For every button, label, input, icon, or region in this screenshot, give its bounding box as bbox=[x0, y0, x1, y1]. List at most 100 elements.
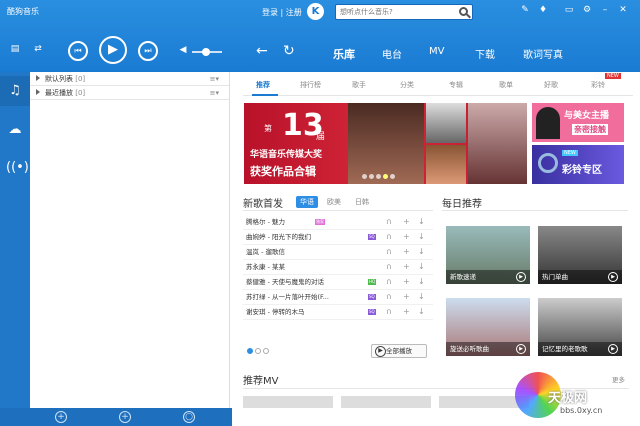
download-icon[interactable]: ↓ bbox=[418, 215, 425, 229]
add-icon[interactable]: + bbox=[403, 305, 410, 319]
download-icon[interactable]: ↓ bbox=[418, 230, 425, 244]
play-icon[interactable]: ▶ bbox=[516, 344, 526, 354]
song-row[interactable]: 蔡健雅 - 天使与魔鬼的对话 HQ ∩ + ↓ bbox=[243, 275, 433, 290]
search-box[interactable] bbox=[335, 4, 473, 20]
wrench-icon[interactable]: ✎ bbox=[518, 5, 532, 15]
more-link[interactable]: 更多 bbox=[612, 374, 625, 384]
headphone-icon[interactable]: ∩ bbox=[386, 215, 392, 229]
cloud-icon[interactable]: ☁ bbox=[6, 122, 24, 140]
song-row[interactable]: 腾格尔 - 魅力 独家 ∩ + ↓ bbox=[243, 215, 433, 230]
subtab-recommend[interactable]: 推荐 bbox=[256, 80, 270, 90]
song-row[interactable]: 曲婉婷 - 阳光下的我们 SQ ∩ + ↓ bbox=[243, 230, 433, 245]
subtab-songlist[interactable]: 歌单 bbox=[499, 80, 513, 90]
pager-dot[interactable] bbox=[383, 174, 388, 179]
pager-dot[interactable] bbox=[369, 174, 374, 179]
wireless-icon[interactable]: ((•)) bbox=[6, 160, 34, 178]
download-icon[interactable]: ↓ bbox=[418, 245, 425, 259]
volume-handle[interactable] bbox=[202, 48, 210, 56]
filter-chinese[interactable]: 华语 bbox=[296, 196, 318, 208]
headphone-icon[interactable]: ∩ bbox=[386, 275, 392, 289]
daily-card-new-songs[interactable]: 新歌速递 ▶ bbox=[446, 226, 530, 284]
pager-dot[interactable] bbox=[263, 348, 269, 354]
headphone-icon[interactable]: ∩ bbox=[386, 260, 392, 274]
song-row[interactable]: 苏打绿 - 从一片落叶开始(F... SQ ∩ + ↓ bbox=[243, 290, 433, 305]
download-icon[interactable]: ↓ bbox=[418, 305, 425, 319]
add-icon[interactable]: + bbox=[403, 275, 410, 289]
search-input[interactable] bbox=[336, 5, 454, 19]
play-all-button[interactable]: 全部播放 bbox=[371, 344, 427, 358]
add-icon[interactable]: + bbox=[403, 245, 410, 259]
subtab-ringtone[interactable]: 彩铃 bbox=[591, 80, 605, 90]
close-icon[interactable]: ✕ bbox=[616, 5, 630, 15]
minimize-icon[interactable]: – bbox=[598, 5, 612, 15]
download-icon[interactable]: ↓ bbox=[418, 275, 425, 289]
add-icon[interactable]: + bbox=[403, 230, 410, 244]
daily-card-hot-singles[interactable]: 热门单曲 ▶ bbox=[538, 226, 622, 284]
daily-card-old-songs[interactable]: 记忆里的老歌歌 ▶ bbox=[538, 298, 622, 356]
subtab-album[interactable]: 专辑 bbox=[449, 80, 463, 90]
login-register-link[interactable]: 登录 | 注册 bbox=[262, 7, 302, 18]
headphone-icon[interactable]: ∩ bbox=[386, 290, 392, 304]
add-icon[interactable]: + bbox=[403, 290, 410, 304]
song-row[interactable]: 苏永康 - 某某 ∩ + ↓ bbox=[243, 260, 433, 275]
playlist-item-default[interactable]: 默认列表 [0] ≡▾ bbox=[30, 72, 229, 86]
mv-thumbnail[interactable] bbox=[243, 396, 333, 408]
volume-icon[interactable]: ◀ bbox=[176, 45, 190, 55]
download-icon[interactable]: ↓ bbox=[418, 290, 425, 304]
promo2-text: 彩铃专区 bbox=[562, 165, 602, 176]
filter-jpkr[interactable]: 日韩 bbox=[355, 197, 369, 207]
repeat-icon[interactable]: ⇄ bbox=[31, 44, 45, 54]
list-menu-icon[interactable]: ≡▾ bbox=[210, 72, 219, 86]
nav-tab-mv[interactable]: MV bbox=[429, 46, 444, 57]
refresh-icon[interactable]: ↻ bbox=[283, 43, 295, 59]
add-song-icon[interactable]: + bbox=[119, 411, 131, 423]
add-icon[interactable]: + bbox=[403, 260, 410, 274]
nav-tab-radio[interactable]: 电台 bbox=[382, 46, 402, 61]
playlist-item-recent[interactable]: 最近播放 [0] ≡▾ bbox=[30, 86, 229, 100]
search-icon[interactable] bbox=[459, 7, 468, 16]
pager-dot[interactable] bbox=[390, 174, 395, 179]
play-icon[interactable]: ▶ bbox=[516, 272, 526, 282]
subtab-good-songs[interactable]: 好歌 bbox=[544, 80, 558, 90]
settings-icon[interactable]: ⚙ bbox=[580, 5, 594, 15]
play-icon[interactable]: ▶ bbox=[608, 272, 618, 282]
previous-button[interactable]: ⏮ bbox=[68, 41, 88, 61]
song-row[interactable]: 温岚 - 遛歌信 ∩ + ↓ bbox=[243, 245, 433, 260]
add-icon[interactable]: + bbox=[403, 215, 410, 229]
subtab-charts[interactable]: 排行榜 bbox=[300, 80, 321, 90]
nav-tab-library[interactable]: 乐库 bbox=[333, 46, 355, 62]
download-icon[interactable]: ↓ bbox=[418, 260, 425, 274]
headphone-icon[interactable]: ∩ bbox=[386, 245, 392, 259]
pager-dot[interactable] bbox=[247, 348, 253, 354]
locate-search-icon[interactable]: ○ bbox=[183, 411, 195, 423]
subtab-singers[interactable]: 歌手 bbox=[352, 80, 366, 90]
nav-tab-lyrics-photo[interactable]: 歌词写真 bbox=[523, 46, 563, 61]
headphone-icon[interactable]: ∩ bbox=[386, 230, 392, 244]
headphone-icon[interactable]: ∩ bbox=[386, 305, 392, 319]
kugou-logo[interactable]: K bbox=[307, 3, 324, 20]
skin-shirt-icon[interactable]: ♦ bbox=[536, 5, 550, 15]
list-menu-icon[interactable]: ≡▾ bbox=[210, 86, 219, 100]
next-button[interactable]: ⏭ bbox=[138, 41, 158, 61]
pager-dot[interactable] bbox=[362, 174, 367, 179]
anchor-promo-banner[interactable]: 与美女主播 亲密接触 bbox=[532, 103, 624, 142]
expand-arrow-icon[interactable] bbox=[36, 75, 40, 81]
expand-arrow-icon[interactable] bbox=[36, 89, 40, 95]
music-note-icon[interactable]: ♫ bbox=[0, 76, 30, 106]
pager-dot[interactable] bbox=[376, 174, 381, 179]
filter-western[interactable]: 欧美 bbox=[327, 197, 341, 207]
daily-card-must-listen[interactable]: 旋送必听歌曲 ▶ bbox=[446, 298, 530, 356]
pager-dot[interactable] bbox=[255, 348, 261, 354]
nav-tab-download[interactable]: 下载 bbox=[475, 46, 495, 61]
song-row[interactable]: 谢安琪 - 停转的木马 SQ ∩ + ↓ bbox=[243, 305, 433, 320]
subtab-category[interactable]: 分类 bbox=[400, 80, 414, 90]
play-icon[interactable]: ▶ bbox=[608, 344, 618, 354]
playlist-mode-icon[interactable]: ▤ bbox=[8, 44, 22, 54]
mini-mode-icon[interactable]: ▭ bbox=[562, 5, 576, 15]
volume-slider[interactable] bbox=[192, 48, 222, 56]
back-arrow-icon[interactable]: ← bbox=[256, 43, 268, 59]
play-button[interactable]: ▶ bbox=[99, 36, 127, 64]
mv-thumbnail[interactable] bbox=[341, 396, 431, 408]
add-list-icon[interactable]: + bbox=[55, 411, 67, 423]
ringtone-promo-banner[interactable]: NEW 彩铃专区 bbox=[532, 145, 624, 184]
